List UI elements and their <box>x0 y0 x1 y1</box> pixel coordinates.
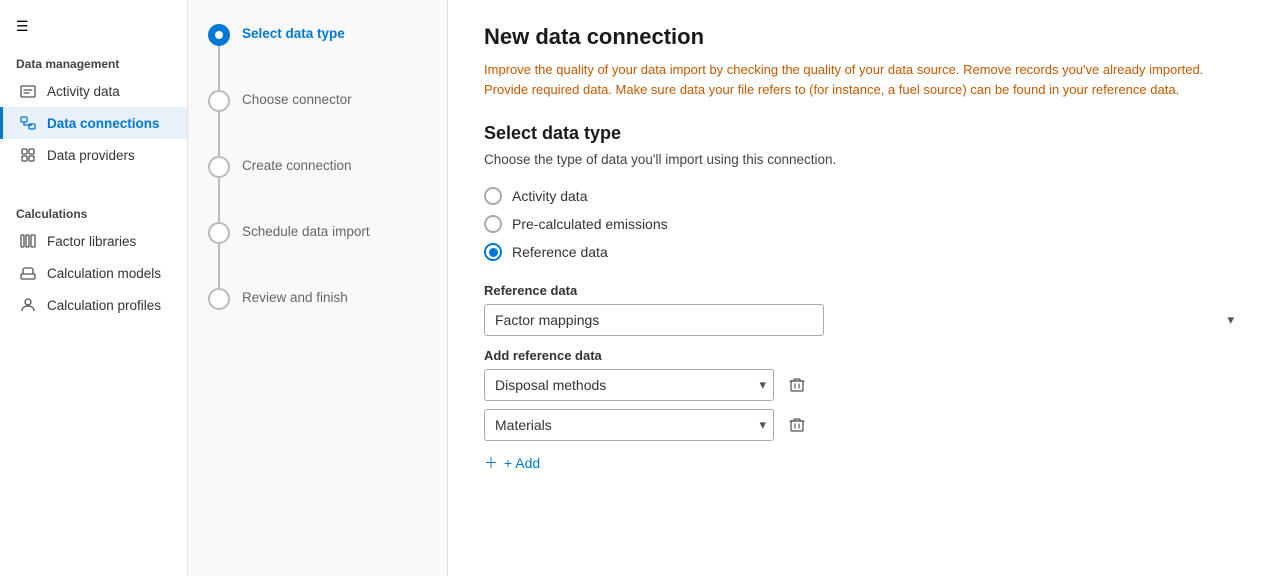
add-reference-data-button[interactable]: ＋ + Add <box>484 449 540 477</box>
step-create-connection[interactable]: Create connection <box>208 156 427 222</box>
step-1-circle <box>208 24 230 46</box>
step-2-label: Choose connector <box>242 90 352 107</box>
radio-label-pre-calculated: Pre-calculated emissions <box>512 216 668 232</box>
reference-data-field: Reference data Factor mappings Custom ma… <box>484 283 1244 336</box>
radio-option-reference-data[interactable]: Reference data <box>484 243 1244 261</box>
materials-dropdown-wrapper: Materials ▾ <box>484 409 774 441</box>
sidebar-section-data-management: Data management Activity data Data conne… <box>0 45 187 171</box>
sidebar-item-label: Calculation profiles <box>47 298 161 313</box>
step-3-line <box>218 178 220 222</box>
radio-option-pre-calculated[interactable]: Pre-calculated emissions <box>484 215 1244 233</box>
calculation-models-icon <box>19 264 37 282</box>
step-3-label: Create connection <box>242 156 352 173</box>
add-reference-data-label: Add reference data <box>484 348 1244 363</box>
step-4-line <box>218 244 220 288</box>
sidebar-divider <box>0 179 187 187</box>
add-reference-row-1: Disposal methods ▾ <box>484 369 1244 401</box>
reference-data-dropdown[interactable]: Factor mappings Custom mappings <box>484 304 824 336</box>
add-button-label: + Add <box>504 455 540 471</box>
sidebar-item-calculation-profiles[interactable]: Calculation profiles <box>0 289 187 321</box>
sidebar-item-calculation-models[interactable]: Calculation models <box>0 257 187 289</box>
sidebar-item-label: Activity data <box>47 84 120 99</box>
factor-libraries-icon <box>19 232 37 250</box>
section-subtitle: Choose the type of data you'll import us… <box>484 152 1084 167</box>
step-select-data-type[interactable]: Select data type <box>208 24 427 90</box>
sidebar-item-factor-libraries[interactable]: Factor libraries <box>0 225 187 257</box>
sidebar-item-data-providers[interactable]: Data providers <box>0 139 187 171</box>
step-2-circle <box>208 90 230 112</box>
materials-dropdown[interactable]: Materials <box>484 409 774 441</box>
radio-group: Activity data Pre-calculated emissions R… <box>484 187 1244 261</box>
step-4-label: Schedule data import <box>242 222 370 239</box>
delete-materials-button[interactable] <box>782 410 812 440</box>
reference-data-dropdown-arrow: ▾ <box>1227 312 1234 328</box>
step-3-circle <box>208 156 230 178</box>
sidebar-item-label: Calculation models <box>47 266 161 281</box>
step-review-and-finish[interactable]: Review and finish <box>208 288 427 310</box>
add-icon: ＋ <box>484 453 498 473</box>
step-1-label: Select data type <box>242 24 345 41</box>
section-title: Select data type <box>484 123 1244 144</box>
page-title: New data connection <box>484 24 1244 50</box>
data-connections-icon <box>19 114 37 132</box>
disposal-methods-dropdown[interactable]: Disposal methods <box>484 369 774 401</box>
step-1-line <box>218 46 220 90</box>
reference-data-dropdown-wrapper: Factor mappings Custom mappings ▾ <box>484 304 1244 336</box>
sidebar-item-label: Data providers <box>47 148 135 163</box>
info-text: Improve the quality of your data import … <box>484 60 1224 99</box>
step-choose-connector[interactable]: Choose connector <box>208 90 427 156</box>
radio-circle-activity-data <box>484 187 502 205</box>
sidebar-item-label: Data connections <box>47 116 160 131</box>
reference-data-field-label: Reference data <box>484 283 1244 298</box>
radio-label-reference-data: Reference data <box>512 244 608 260</box>
menu-icon[interactable]: ☰ <box>0 8 187 45</box>
add-reference-data-section: Add reference data Disposal methods ▾ Ma… <box>484 348 1244 477</box>
radio-circle-reference-data <box>484 243 502 261</box>
step-2-line <box>218 112 220 156</box>
step-5-circle <box>208 288 230 310</box>
sidebar-section-label-data-management: Data management <box>0 45 187 75</box>
sidebar: ☰ Data management Activity data Data con… <box>0 0 188 576</box>
disposal-methods-dropdown-wrapper: Disposal methods ▾ <box>484 369 774 401</box>
sidebar-section-label-calculations: Calculations <box>0 195 187 225</box>
sidebar-item-data-connections[interactable]: Data connections <box>0 107 187 139</box>
delete-disposal-methods-button[interactable] <box>782 370 812 400</box>
add-reference-row-2: Materials ▾ <box>484 409 1244 441</box>
data-providers-icon <box>19 146 37 164</box>
main-content: New data connection Improve the quality … <box>448 0 1280 576</box>
stepper-panel: Select data type Choose connector Create… <box>188 0 448 576</box>
activity-data-icon <box>19 82 37 100</box>
sidebar-section-calculations: Calculations Factor libraries Calculatio… <box>0 195 187 321</box>
step-4-circle <box>208 222 230 244</box>
radio-label-activity-data: Activity data <box>512 188 587 204</box>
calculation-profiles-icon <box>19 296 37 314</box>
radio-circle-pre-calculated <box>484 215 502 233</box>
sidebar-item-activity-data[interactable]: Activity data <box>0 75 187 107</box>
step-5-label: Review and finish <box>242 288 348 305</box>
sidebar-item-label: Factor libraries <box>47 234 136 249</box>
step-schedule-data-import[interactable]: Schedule data import <box>208 222 427 288</box>
radio-option-activity-data[interactable]: Activity data <box>484 187 1244 205</box>
